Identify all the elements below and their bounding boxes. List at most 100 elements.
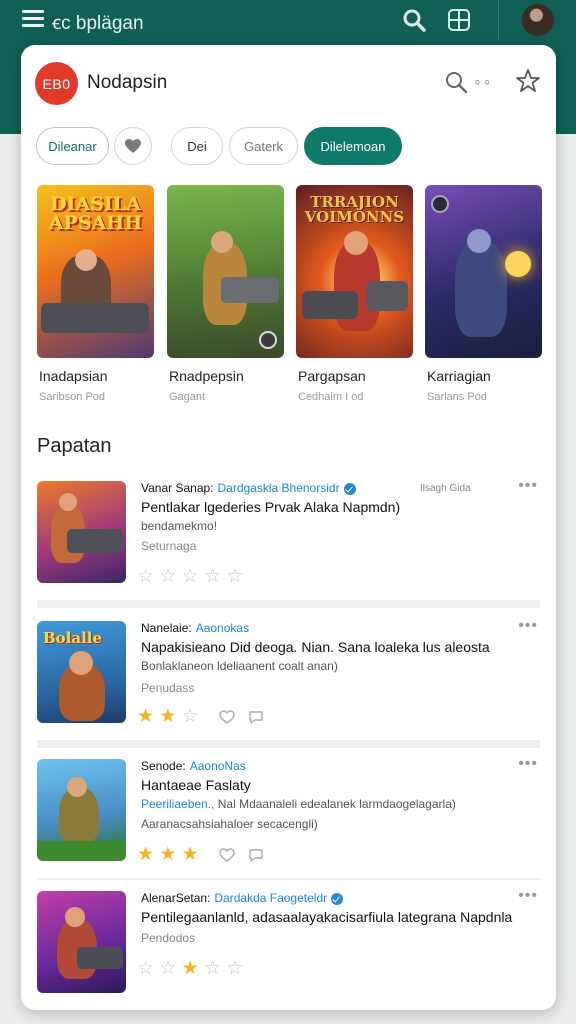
verified-icon: [331, 892, 344, 905]
divider: [37, 878, 540, 880]
item-subtitle: Penudass: [141, 681, 195, 695]
item-headline: Hantaeae Faslaty: [141, 777, 251, 793]
star-icon: ☆: [181, 706, 199, 727]
item-description-text: Nal Mdaanaleli edealanek larmdaogelagarl…: [217, 797, 456, 811]
more-options-icon[interactable]: •••: [518, 887, 538, 905]
featured-card[interactable]: Rnadpepsin Gagant: [167, 185, 284, 403]
topbar-divider: [498, 0, 499, 40]
publisher-link[interactable]: AaonoNas: [190, 759, 246, 773]
game-cover-image: DIASILA APSAHH: [37, 185, 154, 358]
list-item[interactable]: AlenarSetan: Dardakda Faogeteldr ••• Pent…: [37, 887, 540, 1001]
like-icon[interactable]: [218, 709, 236, 725]
app-logo: EB0: [35, 62, 78, 105]
publisher-link[interactable]: Dardakda Faogeteldr: [214, 891, 327, 905]
item-subtitle: Seturnaga: [141, 539, 197, 553]
more-options-icon[interactable]: •••: [518, 617, 538, 635]
search-icon[interactable]: [400, 6, 428, 34]
featured-card[interactable]: TRRAJION VOIMONNS Pargapsan Cedhaim I od: [296, 185, 413, 403]
star-icon: ☆: [159, 958, 177, 979]
divider: [37, 600, 540, 608]
star-icon: ★: [137, 706, 155, 727]
featured-card[interactable]: Karriagian Sarlans Pod: [425, 185, 542, 403]
featured-card[interactable]: DIASILA APSAHH Inadapsian Saribson Pod: [37, 185, 154, 403]
star-icon: ☆: [137, 566, 155, 587]
item-description: Bonlaklaneon ldeliaanent coalt anan): [141, 659, 338, 673]
topbar-title: ꞓc bplägan: [52, 13, 144, 34]
list-item[interactable]: Bolalle Nanelaie: Aaonokas ••• Napakisiea…: [37, 617, 540, 731]
star-icon: ★: [181, 844, 199, 865]
item-subtitle: Pendodos: [141, 931, 196, 945]
item-headline: Napakisieano Did deoga. Nian. Sana loale…: [141, 639, 490, 655]
game-cover-image: [425, 185, 542, 358]
card-title: Pargapsan: [298, 368, 366, 384]
card-title: Inadapsian: [39, 368, 108, 384]
chip-dei[interactable]: Dei: [171, 127, 223, 165]
game-thumbnail: [37, 759, 126, 861]
item-headline: Pentlakar lgederies Prvak Alaka Napmdn): [141, 499, 401, 515]
star-icon: ★: [159, 706, 177, 727]
item-meta: Nanelaie: Aaonokas: [141, 621, 521, 635]
divider: [37, 740, 540, 748]
game-thumbnail: Bolalle: [37, 621, 126, 723]
chip-dilelemoan[interactable]: Dilelemoan: [304, 127, 402, 165]
chip-dileanar[interactable]: Dileanar: [36, 127, 109, 165]
comment-icon[interactable]: [247, 709, 265, 725]
like-icon[interactable]: [218, 847, 236, 863]
app-name: Nodapsin: [87, 72, 168, 93]
more-options-icon[interactable]: •••: [518, 477, 538, 495]
game-thumbnail: [37, 481, 126, 583]
more-options-icon[interactable]: •••: [518, 755, 538, 773]
game-thumbnail: [37, 891, 126, 993]
star-icon: ☆: [226, 566, 244, 587]
item-description: Peeriliaeben., Nal Mdaanaleli edealanek …: [141, 797, 456, 811]
star-icon[interactable]: [514, 67, 542, 95]
card-subtitle: Gagant: [169, 391, 206, 403]
star-icon: ★: [181, 958, 199, 979]
verified-icon: [343, 482, 356, 495]
publisher-link[interactable]: Dardgaskla Bhenorsidr: [218, 481, 340, 495]
star-icon: ☆: [226, 958, 244, 979]
list-item[interactable]: Vanar Sanap: Dardgaskla Bhenorsidr Ilsagh…: [37, 477, 540, 591]
cover-title-text: DIASILA APSAHH: [48, 193, 143, 234]
game-cover-image: TRRAJION VOIMONNS: [296, 185, 413, 358]
search-icon[interactable]: [443, 69, 469, 95]
grid-icon[interactable]: [446, 7, 472, 33]
publisher-link[interactable]: Aaonokas: [196, 621, 249, 635]
heart-icon: [125, 139, 141, 153]
item-meta: AlenarSetan: Dardakda Faogeteldr: [141, 891, 521, 905]
card-subtitle: Saribson Pod: [39, 391, 106, 403]
star-icon: ★: [159, 844, 177, 865]
star-icon: ☆: [159, 566, 177, 587]
rating-stars: ☆ ☆ ☆ ☆ ☆: [137, 565, 243, 588]
comment-icon[interactable]: [247, 847, 265, 863]
item-description: bendamekmo!: [141, 519, 218, 533]
author-name: Senode:: [141, 759, 186, 773]
author-name: Vanar Sanap:: [141, 481, 214, 495]
thumb-title-text: Bolalle: [43, 629, 103, 647]
more-options-icon[interactable]: ∘∘: [473, 73, 493, 90]
rating-stars: ☆ ☆ ★ ☆ ☆: [137, 957, 243, 980]
card-title: Karriagian: [427, 368, 491, 384]
item-description-link[interactable]: Peeriliaeben.,: [141, 797, 214, 811]
author-name: AlenarSetan:: [141, 891, 211, 905]
card-subtitle: Cedhaim I od: [298, 391, 364, 403]
app-panel: EB0 Nodapsin ∘∘ Dileanar Dei Gaterk Dile…: [21, 45, 556, 1010]
rating-stars: ★ ★ ☆: [137, 705, 265, 728]
card-title: Rnadpepsin: [169, 368, 244, 384]
item-meta: Senode: AaonoNas: [141, 759, 521, 773]
menu-icon[interactable]: [22, 10, 44, 30]
section-title: Papatan: [37, 435, 112, 457]
star-icon: ☆: [203, 566, 222, 587]
star-icon: ☆: [203, 958, 222, 979]
author-name: Nanelaie:: [141, 621, 192, 635]
chip-favorite[interactable]: [114, 127, 152, 165]
item-headline: Pentilegaanlanld, adasaalayakacisarfiula…: [141, 909, 513, 925]
card-subtitle: Sarlans Pod: [427, 391, 487, 403]
star-icon: ☆: [181, 566, 199, 587]
item-description-secondary: Aaranacsahsiahaloer secacengli): [141, 817, 318, 831]
chip-gaterk[interactable]: Gaterk: [229, 127, 298, 165]
item-tag: Ilsagh Gida: [420, 483, 471, 494]
list-item[interactable]: Senode: AaonoNas ••• Hantaeae Faslaty Pee…: [37, 755, 540, 869]
avatar[interactable]: [522, 4, 554, 36]
cover-title-text: TRRAJION VOIMONNS: [304, 193, 405, 226]
